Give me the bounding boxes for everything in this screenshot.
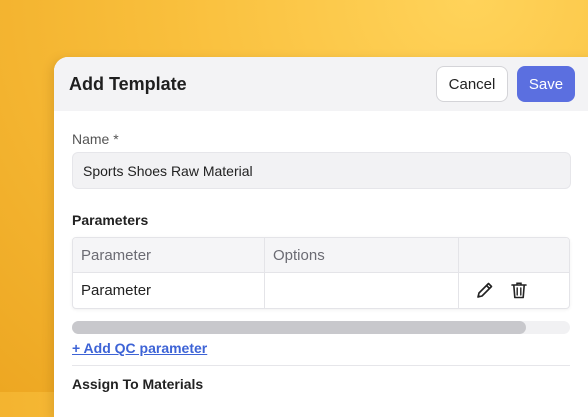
parameters-table: Parameter Options Parameter (72, 237, 570, 309)
add-template-dialog: Add Template Cancel Save Name * Sports S… (54, 57, 588, 417)
trash-icon[interactable] (509, 280, 529, 300)
pencil-icon[interactable] (475, 280, 495, 300)
cancel-button[interactable]: Cancel (436, 66, 508, 102)
column-header-options: Options (273, 246, 325, 264)
dialog-title: Add Template (69, 74, 187, 94)
save-button[interactable]: Save (517, 66, 575, 102)
cell-parameter[interactable]: Parameter (73, 272, 264, 308)
column-header-actions (459, 238, 569, 272)
assign-to-materials-heading: Assign To Materials (72, 376, 204, 392)
cell-options[interactable] (265, 272, 458, 308)
name-input[interactable]: Sports Shoes Raw Material (72, 152, 571, 189)
horizontal-scrollbar-thumb[interactable] (72, 321, 526, 334)
section-divider (72, 365, 570, 366)
column-header-parameter: Parameter (81, 246, 152, 264)
parameters-heading: Parameters (72, 212, 149, 228)
dialog-header: Add Template Cancel Save (54, 57, 588, 111)
add-qc-parameter-link[interactable]: + Add QC parameter (72, 340, 207, 356)
name-label: Name * (72, 131, 119, 147)
